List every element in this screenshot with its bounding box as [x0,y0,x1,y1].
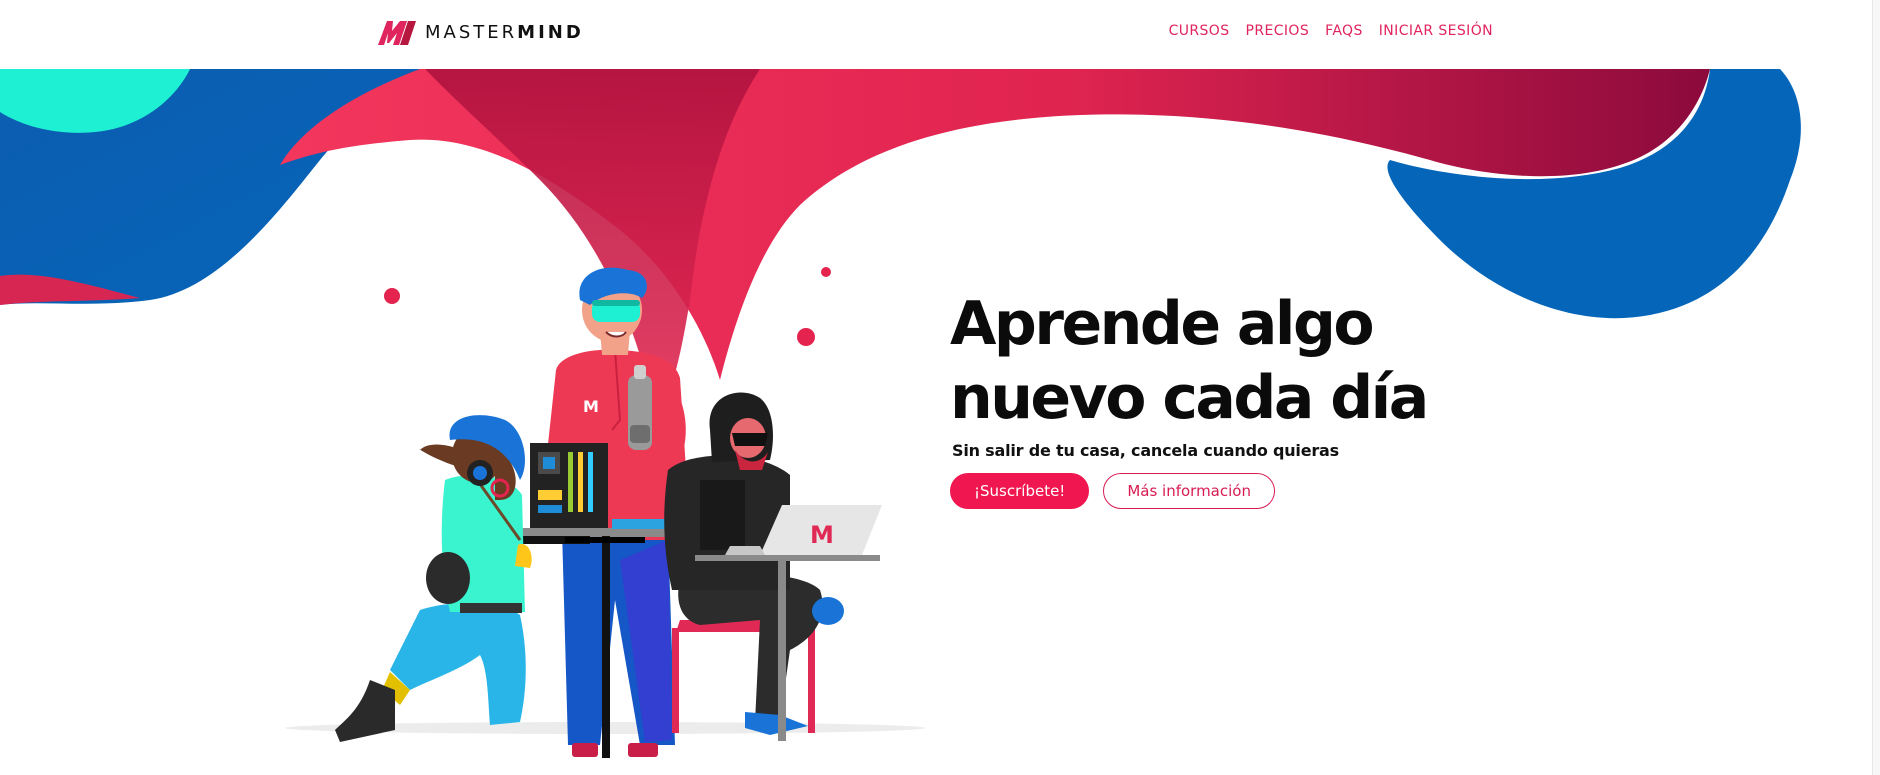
site-header: MASTERMIND CURSOS PRECIOS FAQS INICIAR S… [0,0,1880,69]
brand-logo-text: MASTERMIND [425,24,584,42]
nav-link-cursos[interactable]: CURSOS [1169,23,1230,39]
hero-content: Aprende algo nuevo cada día Sin salir de… [950,287,1429,509]
more-info-button[interactable]: Más información [1103,473,1275,509]
landing-page: M M MASTERMIND CURSOS PRECIOS FAQS INICI… [0,0,1880,775]
mastermind-laptop-logo-icon: M [810,521,834,549]
nav-link-precios[interactable]: PRECIOS [1246,23,1310,39]
students-learning-illustration: M M [285,267,925,758]
nav-link-faqs[interactable]: FAQS [1325,23,1363,39]
hero-title-line-2: nuevo cada día [950,363,1429,433]
mastermind-shirt-logo-icon: M [583,397,599,416]
brand-logo-text-bold: MIND [517,22,584,43]
mastermind-logo-icon [378,21,416,45]
window-edge [1872,0,1880,775]
hero-title: Aprende algo nuevo cada día [950,287,1429,435]
brand-logo-text-light: MASTER [425,22,518,43]
hero-cta-row: ¡Suscríbete! Más información [950,473,1427,509]
subscribe-button[interactable]: ¡Suscríbete! [950,473,1090,509]
kneeling-girl [335,415,532,742]
brand-logo[interactable]: MASTERMIND [378,20,584,46]
main-nav: CURSOS PRECIOS FAQS INICIAR SESIÓN [1169,23,1493,39]
hooded-person [664,392,844,735]
nav-link-iniciar-sesion[interactable]: INICIAR SESIÓN [1379,23,1493,39]
hero-title-line-1: Aprende algo [950,289,1375,359]
hero-subtitle: Sin salir de tu casa, cancela cuando qui… [952,441,1339,460]
